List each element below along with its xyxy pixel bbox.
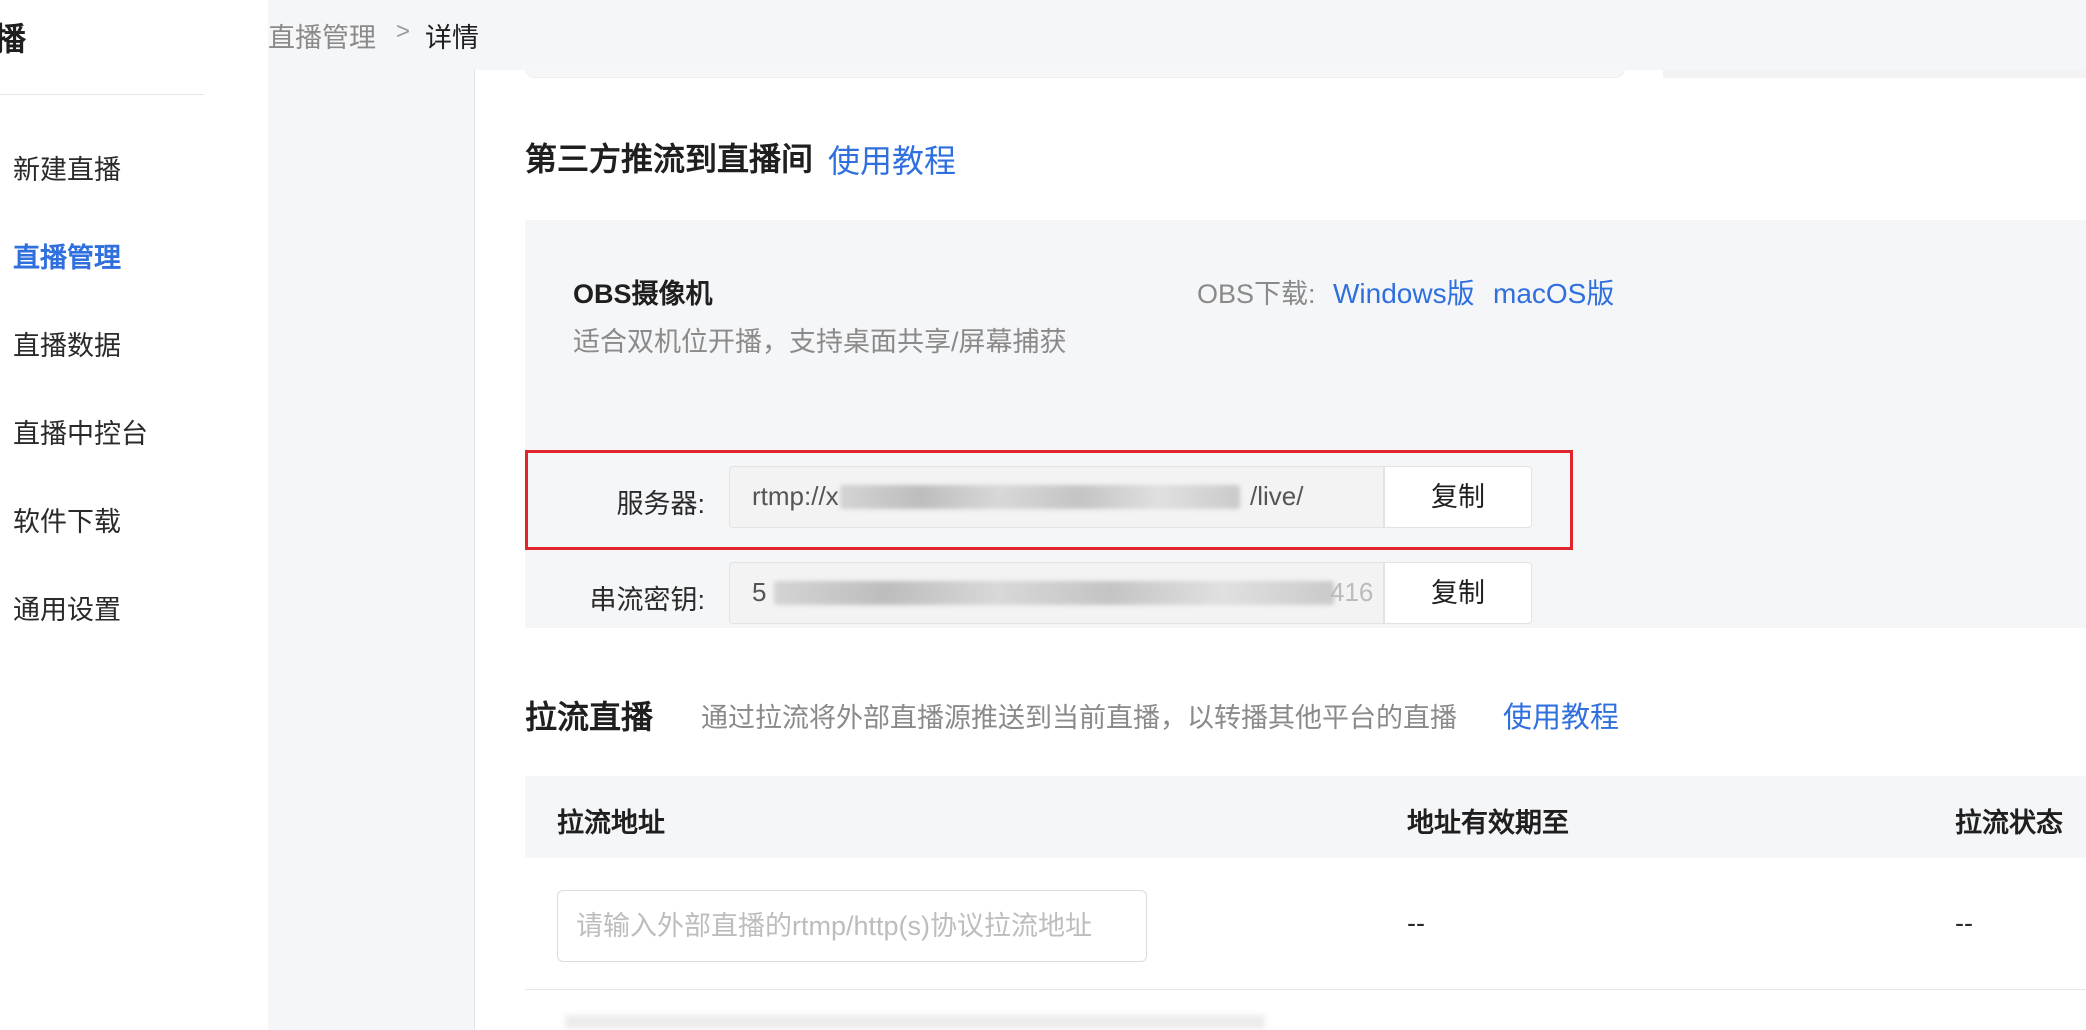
server-label: 服务器: (616, 489, 705, 519)
pull-table-header: 拉流地址 地址有效期至 拉流状态 (525, 776, 2086, 858)
obs-download-windows-link[interactable]: Windows版 (1333, 272, 1475, 312)
server-url-redaction (840, 485, 1240, 509)
expiry-value: -- (1407, 908, 1425, 938)
header: 直播管理 > 详情 (268, 0, 2086, 70)
stream-key-field[interactable]: 5 416 (729, 562, 1384, 624)
breadcrumb-separator: > (396, 18, 411, 45)
stream-key-start: 5 (752, 577, 767, 607)
server-url-start: rtmp://x (752, 481, 839, 511)
server-copy-button[interactable]: 复制 (1384, 466, 1532, 528)
sidebar-item-live-management[interactable]: 直播管理 (13, 236, 121, 275)
pull-stream-title: 拉流直播 (525, 699, 654, 735)
pull-url-input[interactable] (557, 890, 1147, 962)
breadcrumb-parent[interactable]: 直播管理 (268, 16, 376, 55)
sidebar-item-live-data[interactable]: 直播数据 (13, 324, 121, 363)
obs-description: 适合双机位开播，支持桌面共享/屏幕捕获 (573, 327, 1067, 357)
sidebar-item-general-settings[interactable]: 通用设置 (13, 588, 121, 627)
sidebar-item-live-console[interactable]: 直播中控台 (13, 412, 148, 451)
column-header-status: 拉流状态 (1955, 808, 2063, 838)
obs-download-macos-link[interactable]: macOS版 (1493, 272, 1614, 312)
sidebar-item-new-live[interactable]: 新建直播 (13, 148, 121, 187)
stream-key-copy-button[interactable]: 复制 (1384, 562, 1532, 624)
column-header-pull-url: 拉流地址 (557, 808, 665, 838)
third-party-tutorial-link[interactable]: 使用教程 (828, 136, 956, 182)
server-url-field[interactable]: rtmp://x /live/ (729, 466, 1384, 528)
main-content: 第三方推流到直播间 使用教程 OBS摄像机 适合双机位开播，支持桌面共享/屏幕捕… (475, 70, 2086, 1030)
table-row: -- -- (525, 858, 2086, 990)
content-gutter (268, 70, 475, 1030)
obs-title: OBS摄像机 (573, 279, 713, 309)
stream-key-label: 串流密钥: (589, 585, 705, 615)
column-header-expiry: 地址有效期至 (1407, 808, 1569, 838)
status-value: -- (1955, 908, 1973, 938)
stream-key-end: 416 (1330, 577, 1374, 607)
third-party-push-title: 第三方推流到直播间 (525, 141, 814, 177)
next-section-edge (565, 1015, 1265, 1029)
pull-stream-description: 通过拉流将外部直播源推送到当前直播，以转播其他平台的直播 (701, 703, 1457, 733)
breadcrumb-current: 详情 (425, 23, 479, 53)
stream-key-redaction (774, 581, 1334, 605)
sidebar-divider (0, 94, 204, 95)
sidebar: 播 新建直播 直播管理 直播数据 直播中控台 软件下载 通用设置 (0, 0, 268, 1030)
previous-thumbnail-edge (1663, 70, 2086, 78)
pull-stream-tutorial-link[interactable]: 使用教程 (1503, 694, 1619, 736)
obs-panel: OBS摄像机 适合双机位开播，支持桌面共享/屏幕捕获 OBS下载: Window… (525, 220, 2086, 628)
previous-section-edge (525, 70, 1625, 78)
server-url-end: /live/ (1250, 481, 1304, 511)
obs-download-label: OBS下载: (1197, 279, 1316, 309)
sidebar-item-software-download[interactable]: 软件下载 (13, 500, 121, 539)
brand-title: 播 (0, 21, 27, 57)
